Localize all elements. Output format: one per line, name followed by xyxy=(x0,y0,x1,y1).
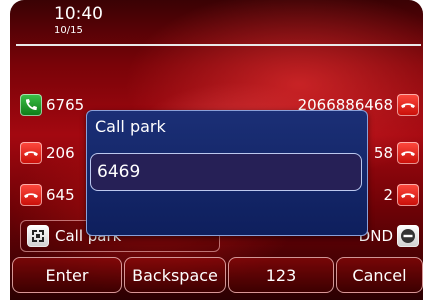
call-park-icon xyxy=(27,225,49,247)
phone-screen: 10:40 10/15 6765 2066886468 206 58 645 2… xyxy=(10,0,423,300)
hangup-red-icon xyxy=(20,184,42,206)
input-mode-softkey[interactable]: 123 xyxy=(228,257,334,293)
park-number-input[interactable]: 6469 xyxy=(90,153,362,191)
clock-time: 10:40 xyxy=(54,4,103,24)
line-key-left-3-label: 645 xyxy=(46,186,75,204)
line-key-left-2[interactable]: 206 xyxy=(20,141,75,165)
dialog-title: Call park xyxy=(95,117,166,136)
hangup-red-icon xyxy=(397,184,419,206)
dnd-minus-icon xyxy=(397,225,419,247)
line-key-left-1-label: 6765 xyxy=(46,96,85,114)
line-key-left-1[interactable]: 6765 xyxy=(20,93,84,117)
status-bar: 10:40 10/15 xyxy=(10,0,423,44)
line-key-left-2-label: 206 xyxy=(46,144,75,162)
hangup-red-icon xyxy=(20,142,42,164)
header-divider xyxy=(16,44,421,46)
enter-softkey[interactable]: Enter xyxy=(12,257,122,293)
hangup-red-icon xyxy=(397,94,419,116)
line-key-right-3-label: 2 xyxy=(383,186,393,204)
clock-date: 10/15 xyxy=(54,25,83,36)
phone-device: 10:40 10/15 6765 2066886468 206 58 645 2… xyxy=(0,0,426,300)
backspace-softkey[interactable]: Backspace xyxy=(124,257,226,293)
line-key-right-2-label: 58 xyxy=(373,144,393,162)
line-key-left-3[interactable]: 645 xyxy=(20,183,75,207)
softkey-bar: Enter Backspace 123 Cancel xyxy=(10,257,423,293)
cancel-softkey[interactable]: Cancel xyxy=(336,257,423,293)
hangup-red-icon xyxy=(397,142,419,164)
line-key-right-2[interactable]: 58 xyxy=(374,141,419,165)
phone-green-icon xyxy=(20,94,42,116)
line-key-right-3[interactable]: 2 xyxy=(383,183,419,207)
call-park-dialog: Call park 6469 xyxy=(86,110,368,236)
